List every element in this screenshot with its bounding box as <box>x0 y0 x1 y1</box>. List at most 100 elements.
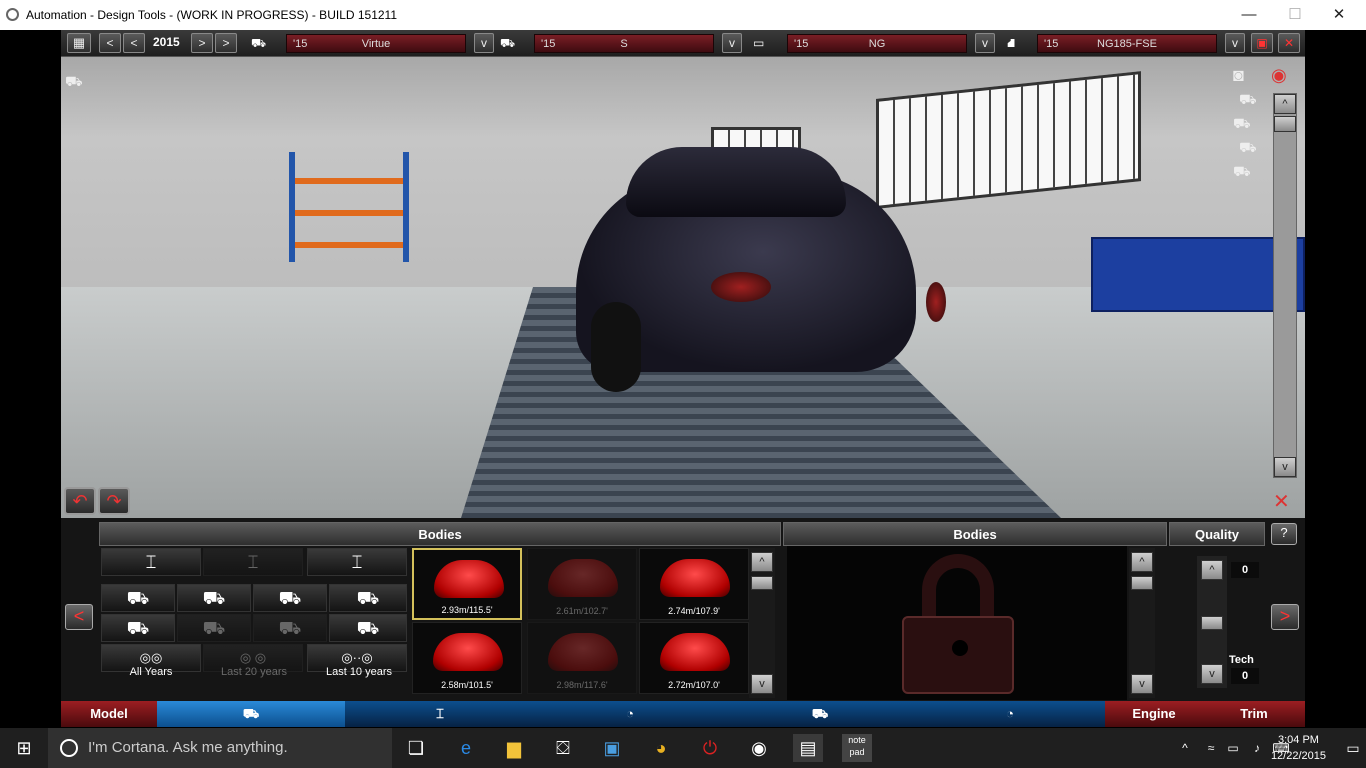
undo-button[interactable]: ↶ <box>64 487 96 515</box>
file-explorer-icon[interactable]: ▆ <box>499 734 529 762</box>
filter-suv-icon[interactable]: ⛟ <box>101 614 175 642</box>
center-scroll-handle[interactable] <box>1131 576 1153 590</box>
minimize-button[interactable]: — <box>1226 0 1272 30</box>
bodies-scroll-up[interactable]: ^ <box>751 552 773 572</box>
car-body-icon: ⛟ <box>500 36 516 50</box>
car-3d-viewport[interactable]: ⛟ ◙ ◉ ⛟ ⛟ ⛟ ⛟ ^ v ✕ ↶ ↷ <box>61 57 1305 518</box>
filter-sedan-icon[interactable]: ⛟ <box>329 584 407 612</box>
filter-van-icon[interactable]: ⛟ <box>177 584 251 612</box>
reset-view-icon[interactable]: ✕ <box>1273 489 1290 514</box>
car-view-icon[interactable]: ⛟ <box>65 73 83 92</box>
lock-body <box>902 616 1014 694</box>
chassis-selector[interactable]: '15 NG <box>787 34 967 53</box>
chrome-icon[interactable]: ◕ <box>646 734 676 762</box>
filter-wagon-icon[interactable]: ⛟ <box>101 584 175 612</box>
engine-selector[interactable]: '15 NG185-FSE <box>1037 34 1217 53</box>
rear-view-icon[interactable]: ⛟ <box>1239 139 1257 158</box>
garage-shelf <box>289 152 409 262</box>
filter-convertible-icon[interactable]: ⛟ <box>329 614 407 642</box>
notepad-icon[interactable]: note pad <box>842 734 872 762</box>
windows-taskbar: ⊞ I'm Cortana. Ask me anything. ❏ e ▆ ⛋ … <box>0 728 1366 768</box>
store-icon[interactable]: ⛋ <box>548 734 578 762</box>
camera-icon[interactable]: ◙ <box>1233 65 1244 86</box>
trim-selector[interactable]: '15 S <box>534 34 714 53</box>
steam-icon[interactable]: ◉ <box>744 734 774 762</box>
power-app-icon[interactable]: ⏻ <box>695 734 725 762</box>
maximize-button[interactable]: ☐ <box>1272 0 1318 30</box>
trim-dropdown-button[interactable]: v <box>722 33 742 53</box>
zoom-scrollbar[interactable]: ^ v <box>1273 93 1297 478</box>
nav-car-icon[interactable]: ⛟ <box>725 701 915 727</box>
close-icon[interactable]: ✕ <box>1278 33 1300 53</box>
save-icon[interactable]: ▣ <box>1251 33 1273 53</box>
quality-up-button[interactable]: ^ <box>1201 560 1223 580</box>
quality-slider[interactable]: ^ v <box>1197 556 1227 688</box>
help-button[interactable]: ? <box>1271 523 1297 545</box>
close-button[interactable]: ✕ <box>1316 0 1362 30</box>
bodies-scroll-down[interactable]: v <box>751 674 773 694</box>
nav-body-icon[interactable]: ⛟ <box>157 701 345 727</box>
year-next-button[interactable]: > <box>191 33 213 53</box>
center-scroll-down[interactable]: v <box>1131 674 1153 694</box>
year-prev-fast-button[interactable]: < <box>99 33 121 53</box>
car-model-icon: ⛟ <box>251 36 267 50</box>
filter-last-10-years[interactable]: Last 10 years <box>309 666 409 678</box>
chassis-dropdown-button[interactable]: v <box>975 33 995 53</box>
cortana-search-text: I'm Cortana. Ask me anything. <box>88 739 288 756</box>
edge-icon[interactable]: e <box>451 734 481 762</box>
notifications-icon[interactable]: ▭ <box>1338 734 1366 762</box>
zoom-down-button[interactable]: v <box>1274 457 1296 477</box>
body-thumbnail-3[interactable]: 2.74m/107.9' <box>639 548 749 620</box>
model-dropdown-button[interactable]: v <box>474 33 494 53</box>
zoom-up-button[interactable]: ^ <box>1274 94 1296 114</box>
eye-icon[interactable]: ◉ <box>1271 65 1287 86</box>
quality-handle[interactable] <box>1201 616 1223 630</box>
bodies-scrollbar[interactable]: ^ v <box>749 548 775 698</box>
filter-truck-icon[interactable]: ⛟ <box>253 614 327 642</box>
windows-start-icon[interactable]: ⊞ <box>9 734 39 762</box>
engine-dropdown-button[interactable]: v <box>1225 33 1245 53</box>
body-thumbnail-4[interactable]: 2.58m/101.5' <box>412 622 522 694</box>
body-thumbnail-2[interactable]: 2.61m/102.7' <box>527 548 637 620</box>
bodies-scroll-handle[interactable] <box>751 576 773 590</box>
body-thumbnail-5[interactable]: 2.98m/117.6' <box>527 622 637 694</box>
top-view-icon[interactable]: ⛟ <box>1233 163 1251 182</box>
filter-monocoque-icon[interactable]: ⌶ <box>203 548 303 576</box>
task-view-icon[interactable]: ❏ <box>401 734 431 762</box>
zoom-handle[interactable] <box>1274 116 1296 132</box>
nav-chassis-icon[interactable]: ⌶ <box>345 701 535 727</box>
clock[interactable]: 3:04 PM 12/22/2015 <box>1271 732 1326 764</box>
body-thumbnail-1[interactable]: 2.93m/115.5' <box>412 548 522 620</box>
filter-pickup-icon[interactable]: ⛟ <box>177 614 251 642</box>
nav-engine[interactable]: Engine <box>1105 701 1203 727</box>
nav-model[interactable]: Model <box>61 701 157 727</box>
quality-down-button[interactable]: v <box>1201 664 1223 684</box>
redo-button[interactable]: ↷ <box>98 487 130 515</box>
body-thumbnail-6[interactable]: 2.72m/107.0' <box>639 622 749 694</box>
chassis-name: NG <box>868 38 886 50</box>
filter-spaceframe-icon[interactable]: ⌶ <box>307 548 407 576</box>
center-scroll-up[interactable]: ^ <box>1131 552 1153 572</box>
body-length-caption: 2.72m/107.0' <box>668 680 720 690</box>
calendar-icon[interactable]: ▦ <box>67 33 91 53</box>
panel-next-button[interactable]: > <box>1271 604 1299 630</box>
nav-trim[interactable]: Trim <box>1203 701 1305 727</box>
nav-lights-icon[interactable]: ◔ <box>915 701 1105 727</box>
app-icon-blue[interactable]: ▣ <box>597 734 627 762</box>
automation-app-icon[interactable]: ▤ <box>793 734 823 762</box>
nav-headlights-icon[interactable]: ◔ <box>535 701 725 727</box>
trim-name: S <box>620 38 628 50</box>
model-name: Virtue <box>361 38 391 50</box>
center-scrollbar[interactable]: ^ v <box>1129 548 1155 698</box>
filter-hatch-icon[interactable]: ⛟ <box>253 584 327 612</box>
cortana-search[interactable]: I'm Cortana. Ask me anything. <box>48 728 392 768</box>
side-view-icon[interactable]: ⛟ <box>1233 115 1251 134</box>
panel-prev-button[interactable]: < <box>65 604 93 630</box>
filter-last-20-years[interactable]: Last 20 years <box>204 666 304 678</box>
front-view-icon[interactable]: ⛟ <box>1239 91 1257 110</box>
year-next-fast-button[interactable]: > <box>215 33 237 53</box>
filter-ladder-chassis-icon[interactable]: ⌶ <box>101 548 201 576</box>
model-selector[interactable]: '15 Virtue <box>286 34 466 53</box>
filter-all-years[interactable]: All Years <box>101 666 201 678</box>
year-prev-button[interactable]: < <box>123 33 145 53</box>
